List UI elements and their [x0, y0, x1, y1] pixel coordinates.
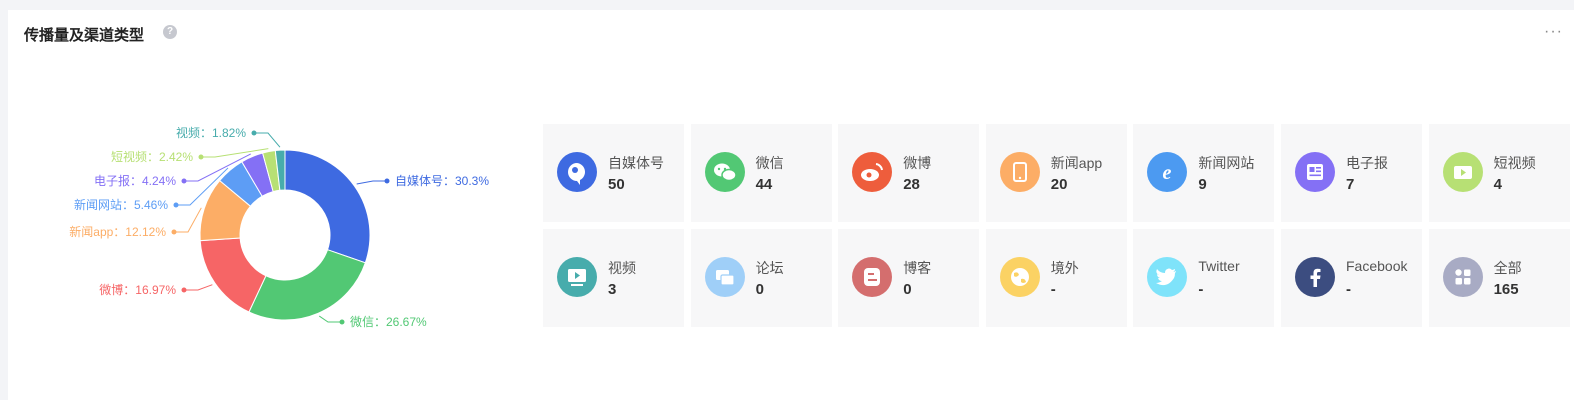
- leader-line: [356, 180, 387, 185]
- e-newspaper-icon: [1295, 152, 1335, 192]
- channel-count: 7: [1346, 176, 1355, 193]
- channel-label: 自媒体号: [608, 155, 664, 171]
- channel-card-news-app[interactable]: 新闻app 20: [985, 124, 1127, 222]
- slice-label: 新闻网站：5.46%: [74, 197, 168, 212]
- leader-dot: [251, 130, 257, 136]
- channel-card-blog[interactable]: 博客 0: [838, 229, 980, 327]
- facebook-icon: [1295, 257, 1335, 297]
- all-grid-icon: [1442, 257, 1483, 297]
- weibo-icon: [852, 152, 893, 192]
- channel-label: 博客: [903, 260, 932, 276]
- channel-count: 0: [755, 281, 764, 298]
- channel-label: 视频: [608, 260, 636, 276]
- channel-card-news-website[interactable]: e 新闻网站 9: [1133, 124, 1275, 222]
- slice-label: 新闻app：12.12%: [69, 224, 166, 239]
- channel-count: 165: [1493, 281, 1519, 298]
- video-icon: [557, 257, 597, 297]
- channel-card-twitter[interactable]: Twitter -: [1133, 229, 1275, 327]
- channel-count: 20: [1050, 176, 1068, 193]
- leader-dot: [173, 202, 179, 208]
- leader-line: [174, 207, 202, 233]
- channel-label: Twitter: [1198, 258, 1240, 274]
- leader-dot: [171, 229, 177, 235]
- channel-label: 境外: [1050, 260, 1079, 276]
- channel-count: -: [1050, 281, 1056, 298]
- channel-card-wechat[interactable]: 微信 44: [690, 124, 832, 222]
- slice-label: 电子报：4.24%: [94, 173, 176, 188]
- slice-label: 微信：26.67%: [350, 315, 427, 329]
- channel-label: 微博: [903, 155, 932, 171]
- leader-line: [318, 315, 342, 323]
- channel-label: Facebook: [1346, 258, 1408, 274]
- channel-card-e-newspaper[interactable]: 电子报 7: [1281, 124, 1422, 222]
- globe-icon: [999, 257, 1040, 297]
- leader-line: [184, 284, 213, 291]
- donut-slice[interactable]: [284, 149, 371, 264]
- channel-card-video[interactable]: 视频 3: [543, 229, 684, 327]
- self-media-icon: [557, 152, 597, 192]
- channel-count: 4: [1493, 176, 1502, 193]
- leader-dot: [198, 154, 204, 160]
- channel-card-short-video[interactable]: 短视频 4: [1428, 124, 1570, 222]
- channel-count: 28: [903, 176, 920, 193]
- channel-card-self-media[interactable]: 自媒体号 50: [543, 124, 684, 222]
- leader-dot: [181, 287, 187, 293]
- channel-card-all-grid[interactable]: 全部 165: [1428, 229, 1570, 327]
- channel-label: 微信: [755, 155, 784, 171]
- leader-dot: [181, 178, 187, 184]
- donut-chart: 自媒体号：30.3% 微信：26.67% 微博：16.97% 新闻app：12.12%…: [69, 125, 489, 329]
- channel-label: 全部: [1493, 260, 1522, 276]
- wechat-icon: [704, 152, 745, 192]
- channel-label: 新闻app: [1050, 155, 1103, 171]
- slice-label: 短视频：2.42%: [111, 149, 193, 164]
- channel-count: 0: [903, 281, 912, 298]
- more-ellipsis-icon[interactable]: ···: [1544, 23, 1563, 41]
- channel-count: 9: [1198, 176, 1207, 193]
- channel-count: 44: [755, 176, 773, 193]
- channel-count: 50: [608, 176, 625, 193]
- donut-slice[interactable]: [248, 249, 366, 321]
- slice-label: 视频：1.82%: [176, 125, 246, 140]
- slice-label: 微博：16.97%: [99, 282, 176, 297]
- forum-icon: [704, 257, 745, 297]
- channel-card-facebook[interactable]: Facebook -: [1281, 229, 1422, 327]
- channel-label: 电子报: [1346, 155, 1388, 171]
- blog-icon: [852, 257, 893, 297]
- channel-card-globe[interactable]: 境外 -: [985, 229, 1127, 327]
- svg-text:e: e: [1163, 162, 1172, 184]
- leader-dot: [339, 319, 345, 325]
- channel-count: -: [1346, 281, 1351, 298]
- channel-label: 短视频: [1493, 155, 1536, 171]
- leader-dot: [384, 178, 390, 184]
- channel-card-weibo[interactable]: 微博 28: [838, 124, 980, 222]
- slice-label: 自媒体号：30.3%: [395, 174, 489, 188]
- channel-label: 论坛: [755, 260, 784, 276]
- news-app-icon: [999, 152, 1040, 192]
- twitter-icon: [1147, 257, 1188, 297]
- leader-line: [254, 132, 281, 148]
- channel-panel: 传播量及渠道类型 ? ··· 自媒体号：30.3% 微信：26.67% 微博：16.…: [8, 10, 1574, 400]
- news-website-icon: e: [1147, 152, 1188, 192]
- channel-count: 3: [608, 281, 617, 298]
- channel-count: -: [1198, 281, 1204, 298]
- channel-label: 新闻网站: [1198, 155, 1255, 171]
- short-video-icon: [1442, 152, 1483, 192]
- channel-card-forum[interactable]: 论坛 0: [690, 229, 832, 327]
